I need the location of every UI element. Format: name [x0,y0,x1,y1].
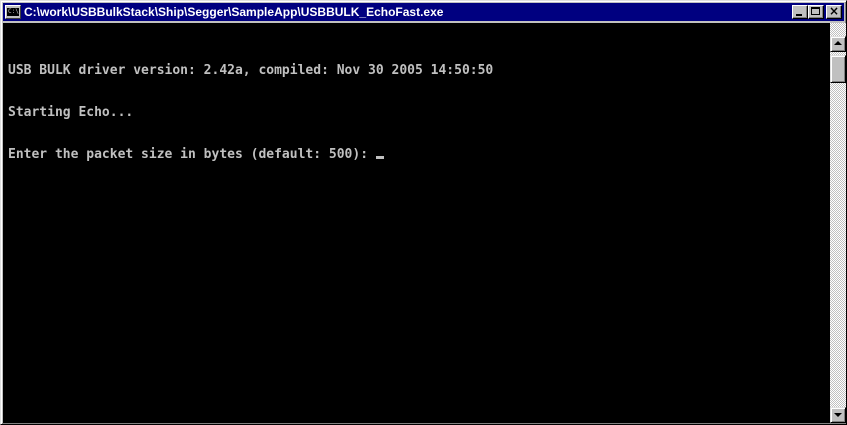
console-icon[interactable]: C:\ [5,5,21,19]
maximize-icon [811,7,820,15]
console-prompt: Enter the packet size in bytes (default:… [8,147,376,162]
vertical-scrollbar[interactable] [830,23,846,423]
console-line: USB BULK driver version: 2.42a, compiled… [8,63,494,78]
scroll-up-button[interactable] [830,36,846,52]
text-cursor [375,156,384,159]
minimize-icon [796,14,802,16]
console-window: C:\ C:\work\USBBulkStack\Ship\Segger\Sam… [0,0,847,425]
minimize-button[interactable] [792,5,808,19]
close-icon: × [828,4,840,18]
scroll-thumb[interactable] [830,55,846,83]
window-title: C:\work\USBBulkStack\Ship\Segger\SampleA… [24,5,444,19]
console-line: Starting Echo... [8,105,134,120]
console-client-area: USB BULK driver version: 2.42a, compiled… [3,23,846,423]
console-prompt-line: Enter the packet size in bytes (default:… [8,148,830,162]
title-bar[interactable]: C:\ C:\work\USBBulkStack\Ship\Segger\Sam… [3,3,844,21]
console-output[interactable]: USB BULK driver version: 2.42a, compiled… [3,23,830,423]
close-button[interactable]: × [826,4,842,19]
arrow-up-icon [834,41,842,45]
caption-buttons: × [792,4,842,19]
arrow-down-icon [834,413,842,417]
scroll-down-button[interactable] [830,407,846,423]
console-icon-glyph: C:\ [7,8,19,16]
maximize-button[interactable] [808,5,824,19]
